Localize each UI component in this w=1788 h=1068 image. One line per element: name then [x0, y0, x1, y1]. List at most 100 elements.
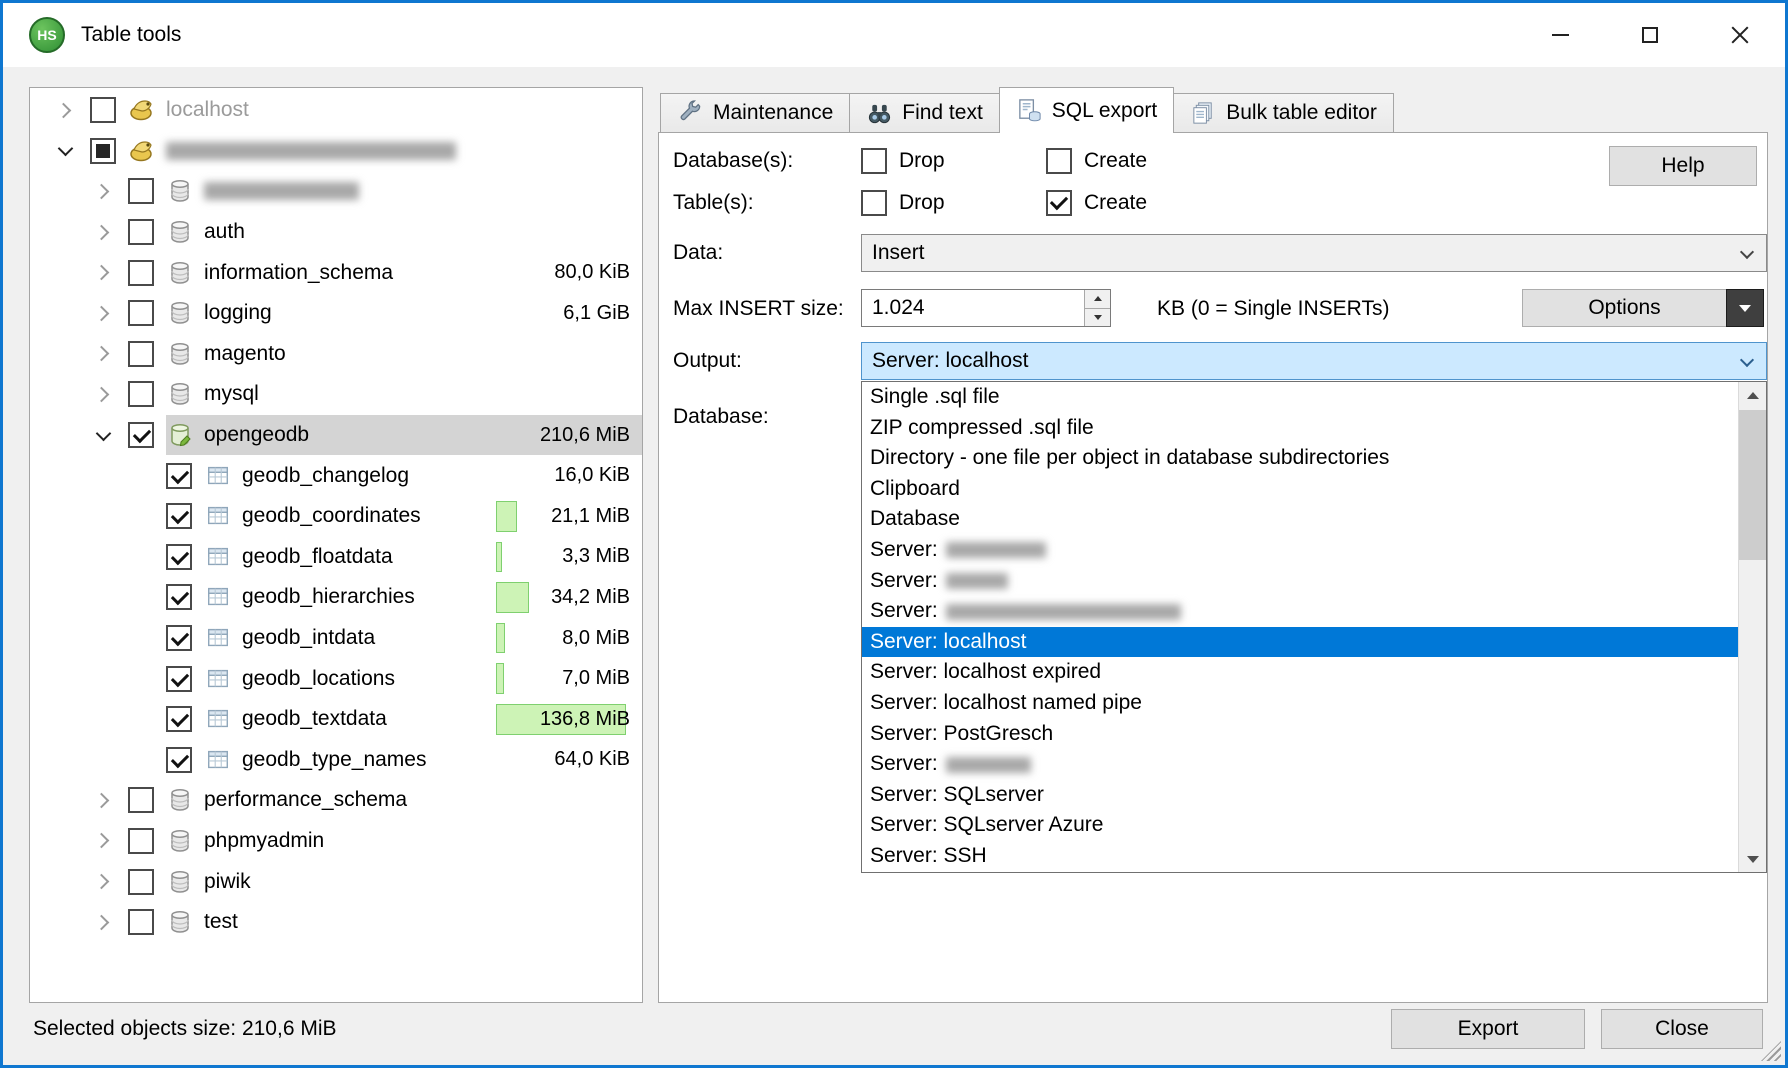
dropdown-scrollbar[interactable] [1738, 382, 1766, 872]
scroll-up-button[interactable] [1739, 382, 1766, 408]
output-option[interactable]: Server: [862, 566, 1766, 597]
spin-down-button[interactable] [1084, 309, 1110, 327]
tree-checkbox[interactable] [128, 787, 154, 813]
output-option[interactable]: Single .sql file [862, 382, 1766, 413]
expand-arrow-icon[interactable] [78, 348, 128, 359]
tree-row-main[interactable]: magento [166, 334, 642, 375]
tree-row-main[interactable]: geodb_changelog16,0 KiB [204, 455, 642, 496]
output-option[interactable]: Directory - one file per object in datab… [862, 443, 1766, 474]
expand-arrow-icon[interactable] [78, 227, 128, 238]
tree-checkbox[interactable] [128, 381, 154, 407]
spinner[interactable] [1084, 290, 1110, 326]
tree-row-main[interactable]: geodb_textdata136,8 MiB [204, 699, 642, 740]
tree-row[interactable]: localhost [30, 90, 642, 131]
tree-row[interactable]: test [30, 902, 642, 943]
minimize-button[interactable] [1515, 3, 1605, 67]
database-tree-panel[interactable]: localhost authinformation_schema80,0 KiBl… [29, 87, 643, 1003]
tree-row[interactable]: mysql [30, 374, 642, 415]
tab-maintenance[interactable]: Maintenance [660, 93, 850, 133]
close-button[interactable] [1695, 3, 1785, 67]
output-option[interactable]: Server: PostGresch [862, 719, 1766, 750]
databases-drop-checkbox[interactable] [861, 148, 887, 174]
output-option[interactable]: Server: [862, 749, 1766, 780]
expand-arrow-icon[interactable] [78, 795, 128, 806]
data-combobox[interactable]: Insert [861, 234, 1767, 272]
output-option[interactable]: Server: [862, 596, 1766, 627]
expand-arrow-icon[interactable] [40, 105, 90, 116]
tree-checkbox[interactable] [166, 503, 192, 529]
output-option[interactable]: Server: [862, 535, 1766, 566]
expand-arrow-icon[interactable] [78, 389, 128, 400]
tree-row-main[interactable]: geodb_floatdata3,3 MiB [204, 537, 642, 578]
tree-row[interactable]: geodb_hierarchies34,2 MiB [30, 577, 642, 618]
close-dialog-button[interactable]: Close [1601, 1009, 1763, 1049]
tree-row-main[interactable]: opengeodb210,6 MiB [166, 415, 642, 456]
tree-row[interactable]: geodb_type_names64,0 KiB [30, 740, 642, 781]
scrollbar-thumb[interactable] [1739, 410, 1766, 560]
tree-row-main[interactable]: localhost [128, 90, 642, 131]
tree-checkbox[interactable] [166, 666, 192, 692]
expand-arrow-icon[interactable] [78, 186, 128, 197]
tree-row[interactable]: performance_schema [30, 780, 642, 821]
expand-arrow-icon[interactable] [78, 267, 128, 278]
tree-row[interactable]: geodb_floatdata3,3 MiB [30, 537, 642, 578]
tree-checkbox[interactable] [128, 219, 154, 245]
tree-row-main[interactable]: geodb_locations7,0 MiB [204, 658, 642, 699]
output-option[interactable]: Clipboard [862, 474, 1766, 505]
tree-row-main[interactable]: geodb_type_names64,0 KiB [204, 740, 642, 781]
tree-checkbox[interactable] [128, 300, 154, 326]
tree-row[interactable]: piwik [30, 861, 642, 902]
tab-find-text[interactable]: Find text [849, 93, 1000, 133]
tree-row[interactable]: geodb_textdata136,8 MiB [30, 699, 642, 740]
tree-row-main[interactable] [166, 171, 642, 212]
tree-row[interactable]: auth [30, 212, 642, 253]
expand-arrow-icon[interactable] [78, 835, 128, 846]
collapse-arrow-icon[interactable] [78, 432, 128, 439]
output-option[interactable]: Server: localhost named pipe [862, 688, 1766, 719]
output-option[interactable]: Server: SQLserver Azure [862, 810, 1766, 841]
output-option[interactable]: Database [862, 504, 1766, 535]
tree-row[interactable]: geodb_intdata8,0 MiB [30, 618, 642, 659]
tree-row-main[interactable]: performance_schema [166, 780, 642, 821]
maximize-button[interactable] [1605, 3, 1695, 67]
collapse-arrow-icon[interactable] [40, 147, 90, 154]
resize-grip[interactable] [1761, 1041, 1781, 1061]
tree-checkbox[interactable] [128, 828, 154, 854]
tree-row[interactable]: geodb_coordinates21,1 MiB [30, 496, 642, 537]
tree-row[interactable] [30, 131, 642, 172]
tree-row-main[interactable]: piwik [166, 861, 642, 902]
output-option[interactable]: Server: SSH [862, 841, 1766, 872]
tree-row[interactable]: geodb_locations7,0 MiB [30, 658, 642, 699]
tab-sql-export[interactable]: SQL export [999, 87, 1174, 133]
tree-checkbox[interactable] [166, 544, 192, 570]
tree-row[interactable]: geodb_changelog16,0 KiB [30, 455, 642, 496]
tables-drop-checkbox[interactable] [861, 190, 887, 216]
tree-checkbox[interactable] [90, 138, 116, 164]
tree-row-main[interactable]: logging6,1 GiB [166, 293, 642, 334]
tab-bulk-table-editor[interactable]: Bulk table editor [1173, 93, 1394, 133]
spin-up-button[interactable] [1084, 290, 1110, 309]
tree-checkbox[interactable] [128, 909, 154, 935]
scroll-down-button[interactable] [1739, 846, 1766, 872]
tree-row[interactable]: opengeodb210,6 MiB [30, 415, 642, 456]
help-button[interactable]: Help [1609, 146, 1757, 186]
tables-create-checkbox[interactable] [1046, 190, 1072, 216]
max-insert-size-input[interactable] [862, 290, 1110, 326]
tree-row-main[interactable]: geodb_coordinates21,1 MiB [204, 496, 642, 537]
tree-row[interactable]: phpmyadmin [30, 821, 642, 862]
expand-arrow-icon[interactable] [78, 876, 128, 887]
tree-row-main[interactable]: auth [166, 212, 642, 253]
max-insert-size-field[interactable] [861, 289, 1111, 327]
tree-checkbox[interactable] [128, 260, 154, 286]
tree-checkbox[interactable] [128, 422, 154, 448]
options-button[interactable]: Options [1522, 289, 1727, 327]
tree-checkbox[interactable] [166, 706, 192, 732]
tree-row[interactable]: information_schema80,0 KiB [30, 252, 642, 293]
output-combobox[interactable]: Server: localhost [861, 342, 1767, 380]
databases-create-checkbox[interactable] [1046, 148, 1072, 174]
tree-checkbox[interactable] [166, 747, 192, 773]
tree-row-main[interactable]: mysql [166, 374, 642, 415]
titlebar[interactable]: HS Table tools [3, 3, 1785, 67]
output-option[interactable]: Server: localhost [862, 627, 1766, 658]
output-option[interactable]: Server: SQLserver [862, 780, 1766, 811]
